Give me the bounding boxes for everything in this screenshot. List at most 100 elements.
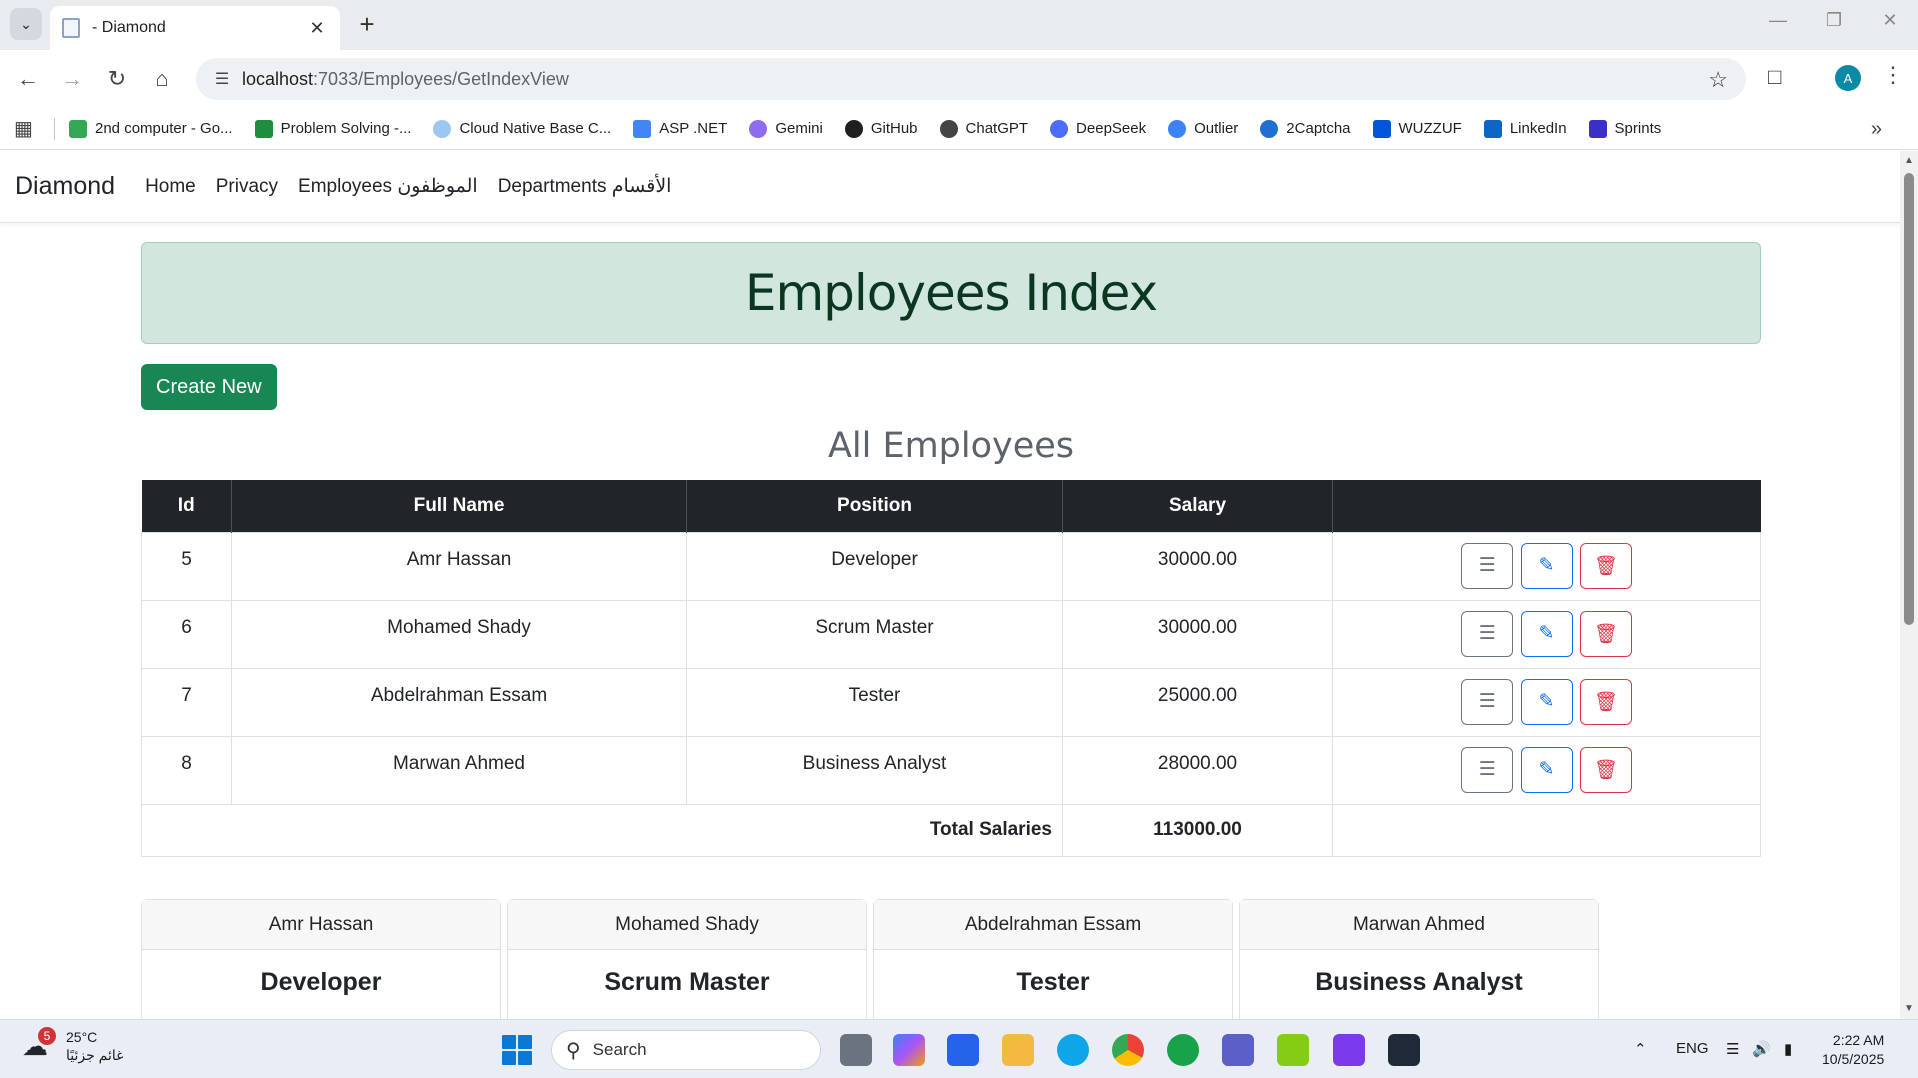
- extensions-icon[interactable]: □: [1768, 64, 1781, 90]
- details-button[interactable]: ☰: [1461, 542, 1514, 589]
- terminal-icon[interactable]: [1388, 1034, 1420, 1066]
- weather-widget[interactable]: ☁ 5 25°C غائم جزئيًا: [22, 1027, 123, 1064]
- bookmark-item[interactable]: LinkedIn: [1483, 119, 1567, 138]
- cell-name: Amr Hassan: [231, 531, 687, 601]
- bookmark-item[interactable]: GitHub: [844, 119, 918, 138]
- details-button[interactable]: ☰: [1461, 746, 1514, 793]
- delete-button[interactable]: 🗑: [1579, 746, 1632, 793]
- wifi-icon[interactable]: ☰: [1726, 1040, 1739, 1058]
- bookmark-item[interactable]: Sprints: [1588, 119, 1661, 138]
- nav-link-privacy[interactable]: Privacy: [216, 176, 278, 198]
- scroll-down-icon[interactable]: ▼: [1904, 1003, 1914, 1014]
- nav-link-home[interactable]: Home: [145, 176, 196, 198]
- bookmark-item[interactable]: ASP .NET: [633, 119, 727, 138]
- trash-icon: 🗑: [1593, 623, 1618, 645]
- card-position: Developer: [260, 968, 382, 996]
- windows-start-icon[interactable]: [502, 1035, 532, 1065]
- address-bar[interactable]: ☰ localhost:7033/Employees/GetIndexView …: [196, 58, 1746, 100]
- details-button[interactable]: ☰: [1461, 610, 1514, 657]
- cell-actions: ☰ ✎ 🗑: [1332, 667, 1761, 737]
- browser-toolbar: ← → ↻ ⌂ ☰ localhost:7033/Employees/GetIn…: [0, 50, 1918, 108]
- delete-button[interactable]: 🗑: [1579, 610, 1632, 657]
- bookmark-item[interactable]: 2nd computer - Go...: [69, 119, 233, 138]
- minimize-icon[interactable]: —: [1758, 10, 1798, 31]
- profile-avatar[interactable]: A: [1835, 65, 1861, 91]
- reload-icon[interactable]: ↻: [101, 63, 133, 95]
- apps-grid-icon[interactable]: ▦: [14, 116, 38, 141]
- card-position: Tester: [1016, 968, 1090, 996]
- column-header-id: Id: [141, 480, 232, 532]
- total-row: Total Salaries 113000.00: [141, 803, 1761, 857]
- teams-icon[interactable]: [1222, 1034, 1254, 1066]
- edit-button[interactable]: ✎: [1520, 678, 1573, 725]
- bookmark-star-icon[interactable]: ☆: [1708, 67, 1728, 93]
- edge-icon[interactable]: [1057, 1034, 1089, 1066]
- total-value: 113000.00: [1062, 803, 1333, 857]
- bookmark-item[interactable]: ChatGPT: [939, 119, 1028, 138]
- store-icon[interactable]: [947, 1034, 979, 1066]
- browser-tab-active[interactable]: - Diamond ✕: [50, 6, 340, 50]
- bookmark-item[interactable]: Problem Solving -...: [254, 119, 411, 138]
- battery-icon[interactable]: ▮: [1784, 1040, 1792, 1058]
- edit-button[interactable]: ✎: [1520, 610, 1573, 657]
- tab-search-button[interactable]: ⌄: [10, 8, 42, 40]
- tab-close-icon[interactable]: ✕: [306, 18, 328, 39]
- language-indicator[interactable]: ENG: [1676, 1040, 1709, 1057]
- volume-icon[interactable]: 🔊: [1752, 1040, 1771, 1058]
- cell-salary: 30000.00: [1062, 531, 1333, 601]
- bookmark-item[interactable]: DeepSeek: [1050, 119, 1146, 138]
- cell-position: Scrum Master: [686, 599, 1063, 669]
- bookmark-item[interactable]: Cloud Native Base C...: [433, 119, 611, 138]
- browser-menu-icon[interactable]: ⋮: [1882, 62, 1904, 88]
- bookmark-item[interactable]: 2Captcha: [1260, 119, 1351, 138]
- details-button[interactable]: ☰: [1461, 678, 1514, 725]
- cell-name: Marwan Ahmed: [231, 735, 687, 805]
- app-green-icon[interactable]: [1167, 1034, 1199, 1066]
- system-clock[interactable]: 2:22 AM 10/5/2025: [1822, 1031, 1884, 1069]
- edit-button[interactable]: ✎: [1520, 542, 1573, 589]
- edit-icon: ✎: [1538, 759, 1555, 780]
- page-scrollbar[interactable]: ▲ ▼: [1900, 151, 1918, 1019]
- edit-button[interactable]: ✎: [1520, 746, 1573, 793]
- bookmark-item[interactable]: Outlier: [1168, 119, 1238, 138]
- column-header-name: Full Name: [231, 480, 687, 532]
- scroll-up-icon[interactable]: ▲: [1904, 155, 1914, 166]
- outlier-icon: [1168, 119, 1187, 138]
- linkedin-icon: [1483, 119, 1502, 138]
- copilot-icon[interactable]: [893, 1034, 925, 1066]
- delete-button[interactable]: 🗑: [1579, 542, 1632, 589]
- create-new-button[interactable]: Create New: [141, 364, 277, 410]
- tab-title: - Diamond: [92, 19, 166, 36]
- new-tab-button[interactable]: +: [352, 10, 382, 38]
- tray-overflow-icon[interactable]: ⌃: [1634, 1040, 1647, 1058]
- cell-actions: ☰ ✎ 🗑: [1332, 599, 1761, 669]
- delete-button[interactable]: 🗑: [1579, 678, 1632, 725]
- home-icon[interactable]: ⌂: [146, 63, 178, 95]
- cell-id: 7: [141, 667, 232, 737]
- back-icon[interactable]: ←: [12, 63, 44, 95]
- browser-tabbar: ⌄ - Diamond ✕ + — ❐ ✕: [0, 0, 1918, 50]
- restore-icon[interactable]: ❐: [1814, 10, 1854, 31]
- visual-studio-icon[interactable]: [1333, 1034, 1365, 1066]
- task-view-icon[interactable]: [840, 1034, 872, 1066]
- site-navbar: Diamond Home Privacy Employees الموظفون …: [0, 151, 1900, 223]
- bookmarks-divider: [54, 117, 55, 140]
- nav-link-departments[interactable]: Departments الأقسام: [498, 175, 672, 198]
- scroll-thumb[interactable]: [1904, 173, 1914, 625]
- chrome-icon[interactable]: [1112, 1034, 1144, 1066]
- more-bookmarks-icon[interactable]: »: [1871, 118, 1882, 141]
- taskbar-search[interactable]: ⚲ Search: [551, 1030, 821, 1070]
- employee-card: Mohamed Shady Scrum Master: [507, 899, 867, 1019]
- file-explorer-icon[interactable]: [1002, 1034, 1034, 1066]
- cell-salary: 30000.00: [1062, 599, 1333, 669]
- table-row: 8 Marwan Ahmed Business Analyst 28000.00…: [141, 735, 1761, 805]
- site-brand[interactable]: Diamond: [15, 172, 115, 201]
- window-close-icon[interactable]: ✕: [1870, 10, 1910, 31]
- search-icon: ⚲: [566, 1039, 581, 1062]
- site-info-icon[interactable]: ☰: [202, 69, 242, 89]
- nav-link-employees[interactable]: Employees الموظفون: [298, 175, 478, 198]
- forward-icon[interactable]: →: [56, 63, 88, 95]
- bookmark-item[interactable]: WUZZUF: [1372, 119, 1462, 138]
- snipping-tool-icon[interactable]: [1277, 1034, 1309, 1066]
- bookmark-item[interactable]: Gemini: [749, 119, 823, 138]
